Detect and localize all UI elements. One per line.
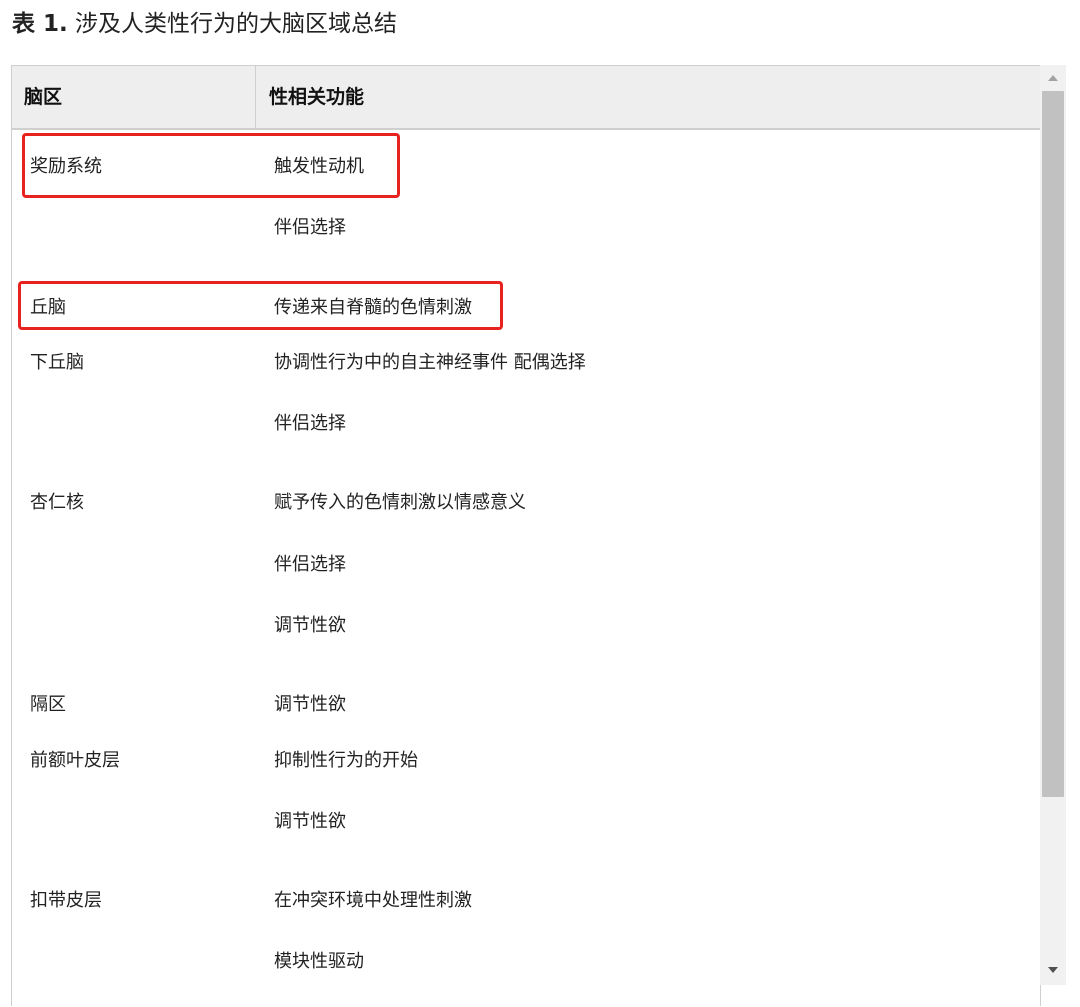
vertical-scrollbar[interactable] — [1040, 65, 1066, 985]
table-row-function: 触发性动机 — [274, 156, 364, 177]
table-row-function: 伴侣选择 — [274, 554, 346, 575]
table-row-region: 扣带皮层 — [30, 890, 102, 911]
scrollbar-thumb[interactable] — [1042, 91, 1064, 797]
table-row-function: 传递来自脊髓的色情刺激 — [274, 297, 472, 318]
header-divider — [255, 66, 256, 128]
caption-text: 涉及人类性行为的大脑区域总结 — [67, 11, 398, 37]
table-row-region: 杏仁核 — [30, 492, 84, 513]
header-sexual-function: 性相关功能 — [269, 86, 365, 108]
table-row-region: 奖励系统 — [30, 156, 102, 177]
table-row-function: 赋予传入的色情刺激以情感意义 — [274, 492, 526, 513]
table-header: 脑区 性相关功能 — [12, 66, 1040, 130]
table-caption: 表 1. 涉及人类性行为的大脑区域总结 — [12, 8, 397, 40]
triangle-down-icon[interactable] — [1040, 959, 1066, 981]
table-row-function: 在冲突环境中处理性刺激 — [274, 890, 472, 911]
triangle-up-icon[interactable] — [1040, 67, 1066, 89]
table-row-region: 丘脑 — [30, 297, 66, 318]
table-row-region: 隔区 — [30, 694, 66, 715]
header-brain-region: 脑区 — [24, 86, 63, 108]
caption-label: 表 1. — [12, 11, 68, 37]
table-row-function: 调节性欲 — [274, 811, 346, 832]
table-row-function: 抑制性行为的开始 — [274, 750, 418, 771]
table-row-function: 模块性驱动 — [274, 951, 364, 972]
table-row-function: 伴侣选择 — [274, 217, 346, 238]
table-row-function: 伴侣选择 — [274, 413, 346, 434]
table-row-region: 前额叶皮层 — [30, 750, 120, 771]
table-row-function: 调节性欲 — [274, 615, 346, 636]
table-row-function: 协调性行为中的自主神经事件 配偶选择 — [274, 352, 586, 373]
table-row-function: 调节性欲 — [274, 694, 346, 715]
table-row-region: 下丘脑 — [30, 352, 84, 373]
table-container: 脑区 性相关功能 奖励系统 触发性动机 伴侣选择 丘脑 传递来自脊髓的色情刺激 … — [11, 65, 1041, 1006]
